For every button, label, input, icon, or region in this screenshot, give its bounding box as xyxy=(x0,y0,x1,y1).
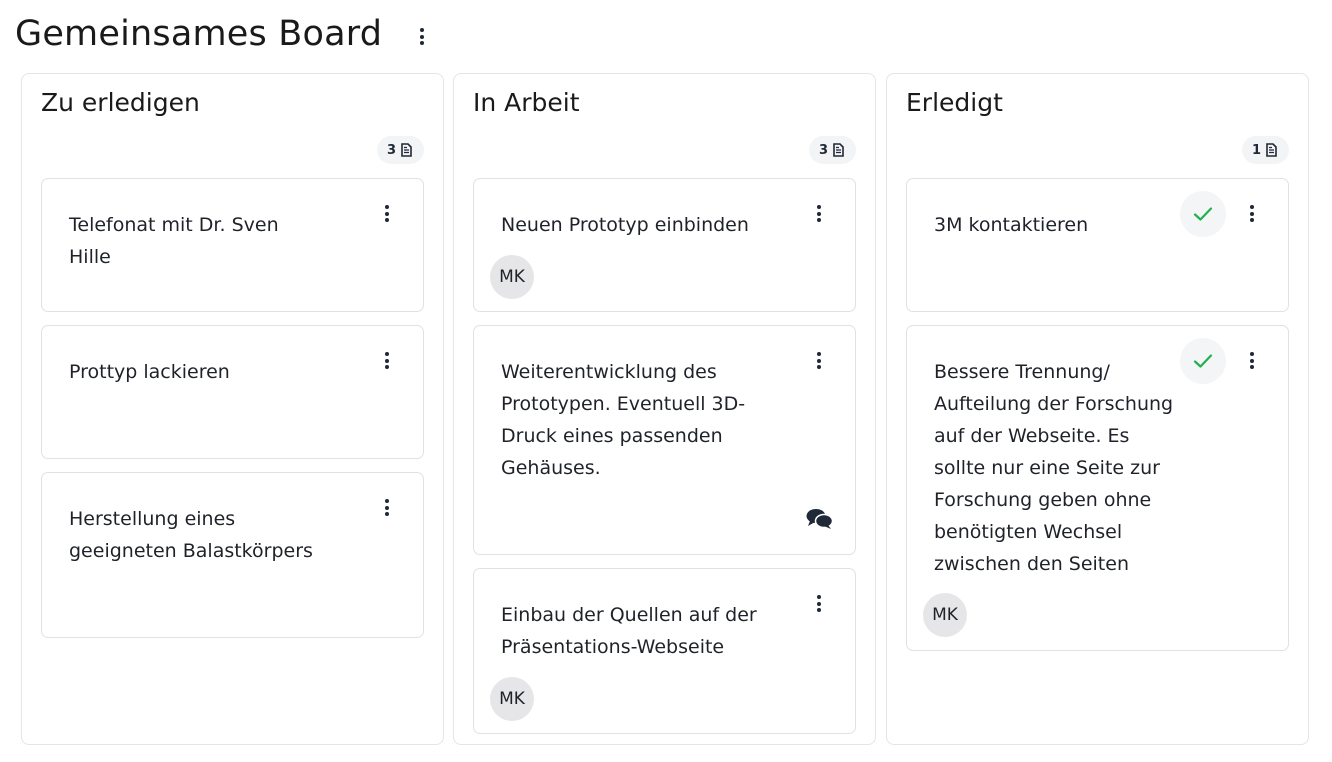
avatar[interactable]: MK xyxy=(490,255,534,299)
card-menu-icon[interactable] xyxy=(1246,205,1258,222)
card-title: Weiterentwicklung des Prototypen. Eventu… xyxy=(501,361,746,479)
card-title: Neuen Prototyp einbinden xyxy=(501,214,749,236)
card-count: 3 xyxy=(386,142,396,158)
board-title: Gemeinsames Board xyxy=(15,14,383,54)
card-count-badge: 1 xyxy=(1241,136,1289,164)
column-in-progress: In Arbeit 3 Neuen Prototyp einbinden MK … xyxy=(453,73,876,745)
check-icon xyxy=(1193,207,1213,221)
card-title: Telefonat mit Dr. Sven Hille xyxy=(69,214,279,268)
task-card[interactable]: Prottyp lackieren xyxy=(41,325,424,459)
document-icon xyxy=(1266,143,1277,157)
board-menu-icon[interactable] xyxy=(416,28,428,45)
document-icon xyxy=(401,143,412,157)
card-menu-icon[interactable] xyxy=(381,205,393,222)
column-title: Erledigt xyxy=(906,88,1003,117)
column-title: Zu erledigen xyxy=(41,88,200,117)
mark-done-button[interactable] xyxy=(1180,338,1226,384)
card-title: Einbau der Quellen auf der Präsentations… xyxy=(501,604,757,658)
comments-icon[interactable] xyxy=(806,508,833,530)
check-icon xyxy=(1193,354,1213,368)
card-menu-icon[interactable] xyxy=(1246,352,1258,369)
column-done: Erledigt 1 3M kontaktieren Bessere Trenn… xyxy=(886,73,1309,745)
card-count-badge: 3 xyxy=(376,136,424,164)
avatar[interactable]: MK xyxy=(923,593,967,637)
task-card[interactable]: Bessere Trennung/ Aufteilung der Forschu… xyxy=(906,325,1289,651)
task-card[interactable]: Einbau der Quellen auf der Präsentations… xyxy=(473,568,856,734)
task-card[interactable]: 3M kontaktieren xyxy=(906,178,1289,312)
task-card[interactable]: Weiterentwicklung des Prototypen. Eventu… xyxy=(473,325,856,555)
column-title: In Arbeit xyxy=(473,88,580,117)
card-count: 3 xyxy=(818,142,828,158)
task-card[interactable]: Herstellung eines geeigneten Balastkörpe… xyxy=(41,472,424,638)
card-title: Bessere Trennung/ Aufteilung der Forschu… xyxy=(934,361,1174,575)
card-menu-icon[interactable] xyxy=(381,499,393,516)
card-count: 1 xyxy=(1251,142,1261,158)
column-todo: Zu erledigen 3 Telefonat mit Dr. Sven Hi… xyxy=(21,73,444,745)
avatar[interactable]: MK xyxy=(490,677,534,721)
card-title: Prottyp lackieren xyxy=(69,361,230,383)
document-icon xyxy=(833,143,844,157)
card-menu-icon[interactable] xyxy=(381,352,393,369)
card-title: Herstellung eines geeigneten Balastkörpe… xyxy=(69,508,313,562)
card-menu-icon[interactable] xyxy=(813,352,825,369)
card-count-badge: 3 xyxy=(808,136,856,164)
mark-done-button[interactable] xyxy=(1180,191,1226,237)
card-title: 3M kontaktieren xyxy=(934,214,1089,236)
card-menu-icon[interactable] xyxy=(813,595,825,612)
task-card[interactable]: Telefonat mit Dr. Sven Hille xyxy=(41,178,424,312)
card-menu-icon[interactable] xyxy=(813,205,825,222)
task-card[interactable]: Neuen Prototyp einbinden MK xyxy=(473,178,856,312)
